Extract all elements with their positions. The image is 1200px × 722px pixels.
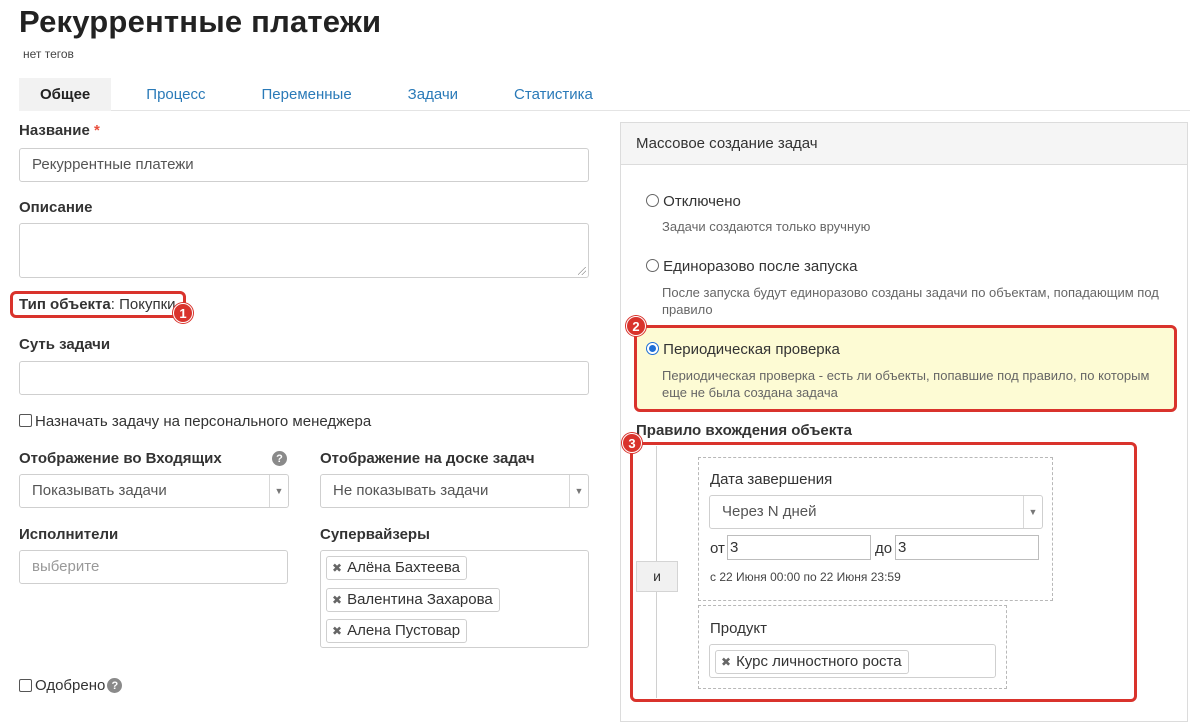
tab-variables[interactable]: Переменные — [206, 78, 352, 111]
name-label-text: Название — [19, 122, 90, 139]
date-range-text: с 22 Июня 00:00 по 22 Июня 23:59 — [710, 570, 901, 584]
close-x-icon[interactable]: ✖ — [721, 655, 731, 669]
board-display-label: Отображение на доске задач — [320, 450, 535, 467]
name-input[interactable]: Рекуррентные платежи — [19, 148, 589, 182]
end-date-select-value: Через N дней — [722, 503, 817, 520]
supervisors-label: Супервайзеры — [320, 526, 430, 543]
radio-disabled[interactable] — [646, 194, 659, 207]
board-display-select[interactable]: Не показывать задачи ▼ — [320, 474, 589, 508]
supervisor-name: Валентина Захарова — [347, 591, 493, 608]
page-title: Рекуррентные платежи — [19, 4, 382, 39]
description-label: Описание — [19, 199, 93, 216]
tab-bar: Общее Процесс Переменные Задачи Статисти… — [19, 78, 1190, 111]
executors-input[interactable]: выберите — [19, 550, 288, 584]
approved-label: Одобрено — [35, 677, 106, 694]
supervisor-name: Алена Пустовар — [347, 622, 461, 639]
board-display-value: Не показывать задачи — [333, 482, 489, 499]
task-essence-label: Суть задачи — [19, 336, 111, 353]
executors-label: Исполнители — [19, 526, 119, 543]
close-x-icon[interactable]: ✖ — [332, 561, 342, 575]
from-input-value: 3 — [730, 539, 739, 556]
name-label: Название * — [19, 122, 100, 139]
close-x-icon[interactable]: ✖ — [332, 624, 342, 638]
product-tag: ✖ Курс личностного роста — [715, 650, 909, 674]
option-once[interactable]: Единоразово после запуска — [646, 258, 857, 275]
tab-tasks[interactable]: Задачи — [352, 78, 458, 111]
assign-manager-checkbox[interactable] — [19, 414, 32, 427]
object-type-sep: : — [110, 296, 115, 313]
to-input-value: 3 — [898, 539, 907, 556]
rule-label: Правило вхождения объекта — [636, 422, 852, 439]
from-label: от — [710, 540, 725, 557]
inbox-display-label: Отображение во Входящих — [19, 450, 222, 467]
assign-manager-checkbox-row[interactable]: Назначать задачу на персонального менедж… — [19, 413, 371, 430]
callout-badge-2: 2 — [626, 316, 646, 336]
mass-creation-header: Массовое создание задач — [621, 123, 1187, 165]
inbox-display-select[interactable]: Показывать задачи ▼ — [19, 474, 289, 508]
option-periodic-desc: Периодическая проверка - есть ли объекты… — [662, 368, 1150, 400]
to-input[interactable]: 3 — [895, 535, 1039, 560]
option-disabled[interactable]: Отключено — [646, 193, 741, 210]
end-date-label: Дата завершения — [710, 471, 833, 488]
approved-checkbox-row[interactable]: Одобрено ? — [19, 677, 123, 694]
close-x-icon[interactable]: ✖ — [332, 593, 342, 607]
tags-text[interactable]: нет тегов — [23, 47, 74, 61]
assign-manager-label: Назначать задачу на персонального менедж… — [35, 413, 372, 430]
radio-once[interactable] — [646, 259, 659, 272]
and-operator-button[interactable]: и — [636, 561, 678, 592]
supervisor-tag: ✖ Алёна Бахтеева — [326, 556, 468, 580]
tab-process[interactable]: Процесс — [111, 78, 205, 111]
option-once-desc: После запуска будут единоразово созданы … — [662, 285, 1159, 317]
help-icon[interactable]: ? — [272, 451, 287, 466]
product-label: Продукт — [710, 620, 767, 637]
inbox-display-value: Показывать задачи — [32, 482, 167, 499]
product-tag-name: Курс личностного роста — [736, 653, 902, 670]
option-periodic[interactable]: Периодическая проверка — [646, 341, 840, 358]
help-icon[interactable]: ? — [107, 678, 123, 693]
description-textarea[interactable] — [19, 223, 589, 278]
supervisors-field[interactable]: ✖ Алёна Бахтеева ✖ Валентина Захарова ✖ Але… — [320, 550, 589, 648]
supervisor-tag: ✖ Алена Пустовар — [326, 619, 468, 643]
supervisor-tag: ✖ Валентина Захарова — [326, 588, 500, 612]
from-input[interactable]: 3 — [727, 535, 871, 560]
object-type: Тип объекта: Покупки — [19, 296, 176, 313]
supervisor-name: Алёна Бахтеева — [347, 559, 461, 576]
radio-periodic[interactable] — [646, 342, 659, 355]
option-disabled-desc: Задачи создаются только вручную — [662, 219, 871, 234]
required-mark: * — [93, 122, 100, 139]
resize-grip-icon[interactable] — [578, 267, 586, 275]
executors-placeholder: выберите — [32, 558, 100, 575]
object-type-value: Покупки — [119, 296, 176, 313]
task-essence-input[interactable] — [19, 361, 589, 395]
to-label: до — [875, 540, 893, 557]
callout-badge-1: 1 — [173, 303, 193, 323]
chevron-down-icon: ▼ — [1023, 496, 1042, 528]
approved-checkbox[interactable] — [19, 679, 32, 692]
option-disabled-title: Отключено — [663, 193, 741, 210]
product-condition: Продукт ✖ Курс личностного роста — [698, 605, 1007, 689]
option-periodic-title: Периодическая проверка — [663, 341, 840, 358]
end-date-condition: Дата завершения Через N дней ▼ от 3 до 3… — [698, 457, 1053, 601]
option-once-title: Единоразово после запуска — [663, 258, 858, 275]
callout-badge-3: 3 — [622, 433, 642, 453]
tab-general[interactable]: Общее — [19, 78, 112, 111]
tab-statistics[interactable]: Статистика — [458, 78, 593, 111]
name-input-value: Рекуррентные платежи — [32, 156, 194, 173]
chevron-down-icon: ▼ — [569, 475, 588, 507]
product-field[interactable]: ✖ Курс личностного роста — [709, 644, 996, 678]
chevron-down-icon: ▼ — [269, 475, 288, 507]
end-date-select[interactable]: Через N дней ▼ — [709, 495, 1043, 529]
object-type-label: Тип объекта — [19, 296, 111, 313]
